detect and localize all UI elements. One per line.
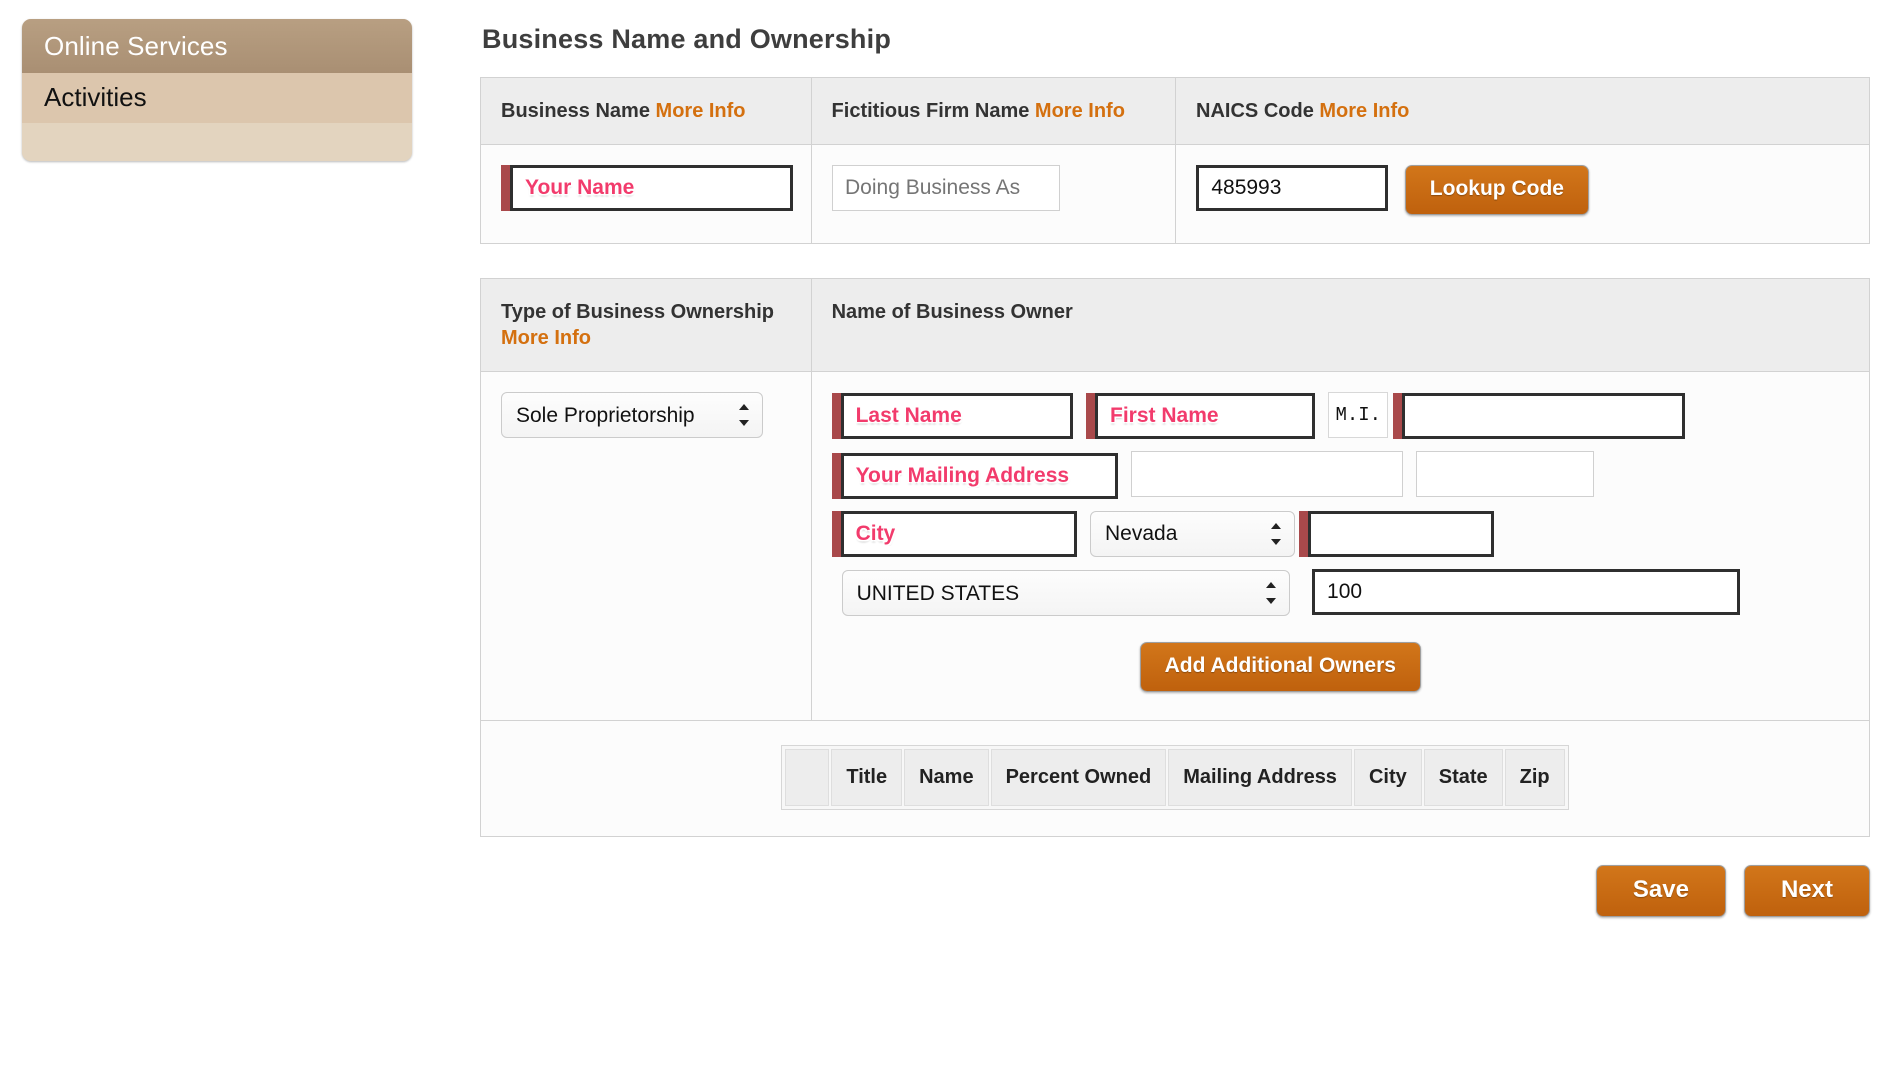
last-name-input[interactable] bbox=[840, 392, 1073, 439]
first-name-input[interactable] bbox=[1095, 392, 1316, 439]
owners-table-wrap: Title Name Percent Owned Mailing Address… bbox=[481, 720, 1869, 837]
required-marker bbox=[831, 392, 841, 439]
owners-table: Title Name Percent Owned Mailing Address… bbox=[781, 745, 1569, 811]
address-line1-field-group bbox=[831, 452, 1118, 499]
header-business-name: Business Name More Info bbox=[481, 78, 811, 144]
required-marker bbox=[1299, 510, 1309, 557]
ownership-panel-body: Sole Proprietorship Last Name First Name… bbox=[481, 372, 1869, 721]
state-select[interactable]: Nevada bbox=[1090, 510, 1296, 557]
owner-address-row bbox=[831, 450, 1849, 499]
owners-table-header-row: Title Name Percent Owned Mailing Address… bbox=[785, 749, 1565, 807]
percent-owned-input[interactable] bbox=[1312, 568, 1741, 615]
main-content: Business Name and Ownership Business Nam… bbox=[480, 12, 1870, 918]
sidebar-item-activities[interactable]: Activities bbox=[22, 73, 412, 123]
header-ownership-type-label: Type of Business Ownership bbox=[501, 301, 775, 323]
add-additional-owners-button[interactable]: Add Additional Owners bbox=[1139, 642, 1421, 693]
owners-col-mailing-address: Mailing Address bbox=[1168, 749, 1352, 807]
country-select[interactable]: UNITED STATES bbox=[841, 570, 1290, 617]
zip-input[interactable] bbox=[1308, 510, 1495, 557]
header-business-owner-label: Name of Business Owner bbox=[831, 301, 1073, 323]
ownership-type-more-info-link[interactable]: More Info bbox=[501, 327, 591, 349]
city-input[interactable] bbox=[840, 510, 1077, 557]
header-name-of-business-owner: Name of Business Owner bbox=[810, 279, 1869, 371]
ownership-panel-header: Type of Business Ownership More Info Nam… bbox=[481, 279, 1869, 372]
header-business-name-label: Business Name bbox=[501, 100, 650, 122]
owners-col-state: State bbox=[1423, 749, 1503, 807]
owners-col-title: Title bbox=[831, 749, 903, 807]
owners-col-city: City bbox=[1353, 749, 1422, 807]
owners-col-percent-owned: Percent Owned bbox=[990, 749, 1167, 807]
add-owners-row: Add Additional Owners bbox=[832, 642, 1849, 693]
middle-initial-field-group bbox=[1392, 392, 1685, 439]
last-name-field-group bbox=[831, 392, 1073, 439]
naics-code-input[interactable] bbox=[1196, 165, 1389, 212]
fictitious-firm-name-more-info-link[interactable]: More Info bbox=[1035, 100, 1125, 122]
next-button[interactable]: Next bbox=[1743, 865, 1870, 918]
first-name-field-group bbox=[1086, 392, 1316, 439]
header-fictitious-firm-name-label: Fictitious Firm Name bbox=[831, 100, 1030, 122]
required-marker bbox=[501, 165, 510, 211]
middle-initial-input[interactable] bbox=[1401, 392, 1685, 439]
ownership-panel: Type of Business Ownership More Info Nam… bbox=[480, 278, 1870, 838]
fictitious-firm-name-input[interactable] bbox=[832, 165, 1060, 211]
owner-country-percent-row: UNITED STATES bbox=[841, 568, 1849, 617]
sidebar-filler bbox=[22, 123, 412, 161]
fictitious-firm-name-cell bbox=[811, 145, 1175, 243]
state-select-wrap: Nevada bbox=[1090, 510, 1296, 557]
zip-field-group bbox=[1299, 510, 1495, 557]
required-marker bbox=[831, 452, 841, 499]
owners-col-name: Name bbox=[904, 749, 989, 807]
middle-initial-label-input[interactable] bbox=[1328, 392, 1389, 438]
sidebar-item-label: Activities bbox=[44, 82, 147, 112]
ownership-type-cell: Sole Proprietorship bbox=[481, 372, 811, 720]
business-name-more-info-link[interactable]: More Info bbox=[656, 100, 746, 122]
naics-code-cell: Lookup Code bbox=[1175, 145, 1869, 243]
header-naics-code-label: NAICS Code bbox=[1196, 100, 1314, 122]
mailing-address-line3-input[interactable] bbox=[1416, 450, 1595, 497]
header-naics-code: NAICS Code More Info bbox=[1175, 78, 1869, 144]
business-name-panel: Business Name More Info Fictitious Firm … bbox=[480, 77, 1870, 244]
required-marker bbox=[1086, 392, 1096, 439]
owner-city-state-zip-row: Nevada bbox=[831, 510, 1849, 557]
mailing-address-input[interactable] bbox=[840, 452, 1118, 499]
lookup-code-button[interactable]: Lookup Code bbox=[1404, 165, 1589, 215]
business-name-input[interactable] bbox=[510, 165, 793, 211]
business-owner-cell: Nevada UNITED STATES bbox=[810, 372, 1869, 721]
header-fictitious-firm-name: Fictitious Firm Name More Info bbox=[810, 78, 1175, 144]
naics-code-more-info-link[interactable]: More Info bbox=[1319, 100, 1409, 122]
business-name-panel-body: Lookup Code bbox=[481, 145, 1869, 243]
business-name-cell bbox=[481, 145, 811, 243]
city-field-group bbox=[831, 510, 1077, 557]
ownership-type-select-wrap: Sole Proprietorship bbox=[501, 392, 763, 438]
ownership-type-select[interactable]: Sole Proprietorship bbox=[501, 392, 763, 438]
business-name-panel-header: Business Name More Info Fictitious Firm … bbox=[481, 78, 1869, 145]
save-button[interactable]: Save bbox=[1595, 865, 1726, 918]
owner-name-row bbox=[831, 392, 1849, 439]
required-marker bbox=[1392, 392, 1402, 439]
business-name-field-group bbox=[501, 165, 793, 211]
sidebar: Online Services Activities bbox=[22, 19, 412, 161]
footer-actions: Save Next bbox=[480, 865, 1870, 918]
required-marker bbox=[831, 510, 841, 557]
page-title: Business Name and Ownership bbox=[482, 24, 892, 54]
owners-col-blank bbox=[785, 749, 830, 807]
sidebar-header: Online Services bbox=[22, 19, 412, 73]
country-select-wrap: UNITED STATES bbox=[841, 570, 1290, 617]
mailing-address-line2-input[interactable] bbox=[1131, 450, 1404, 497]
owners-col-zip: Zip bbox=[1504, 749, 1565, 807]
header-type-of-business-ownership: Type of Business Ownership More Info bbox=[481, 279, 811, 371]
